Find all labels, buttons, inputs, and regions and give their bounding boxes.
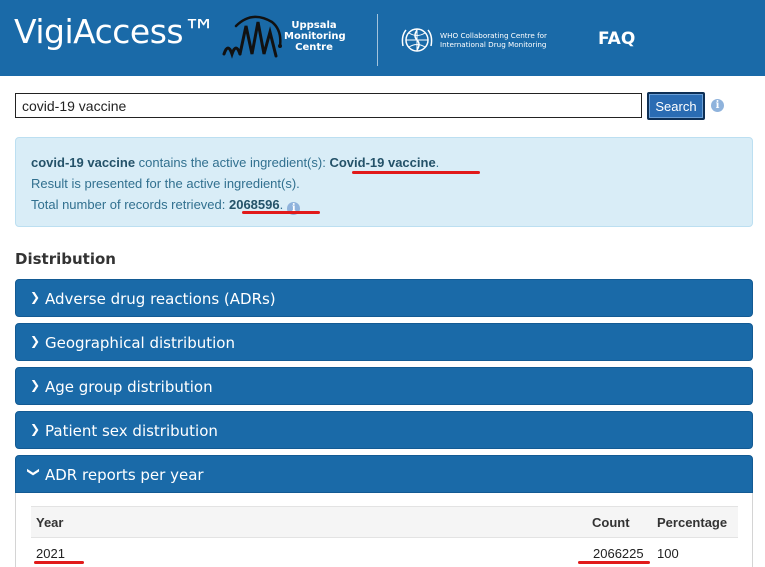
highlight-underline [242,211,320,214]
table-header-row [31,506,738,538]
highlight-underline [352,171,480,174]
chevron-right-icon: ❯ [30,290,41,304]
result-line-presented: Result is presented for the active ingre… [31,176,300,191]
query-text: covid-19 vaccine [31,155,136,170]
result-line1-end: . [435,155,440,170]
column-header-count[interactable]: Count [592,515,630,530]
column-header-year[interactable]: Year [36,515,63,530]
column-header-percentage[interactable]: Percentage [657,515,727,530]
chevron-right-icon: ❯ [30,378,41,392]
distribution-heading: Distribution [15,250,116,268]
panel-label: ADR reports per year [45,466,204,484]
top-header: VigiAccess™ Uppsala Monitoring Centre WH… [0,0,765,76]
panel-label: Patient sex distribution [45,422,218,440]
panel-age-group-distribution[interactable]: ❯ Age group distribution [15,367,753,405]
who-centre-text: WHO Collaborating Centre for Internation… [440,31,548,49]
panel-label: Geographical distribution [45,334,235,352]
result-line-ingredient: covid-19 vaccine contains the active ing… [31,155,439,170]
who-emblem-icon [401,28,433,52]
panel-label: Age group distribution [45,378,213,396]
chevron-right-icon: ❯ [30,422,41,436]
umc-logo-text: Uppsala Monitoring Centre [284,20,346,53]
cell-percentage: 100 [657,546,679,561]
result-info-box: covid-19 vaccine contains the active ing… [15,137,753,227]
highlight-underline [578,561,650,564]
brand-title[interactable]: VigiAccess™ [14,12,216,51]
faq-link[interactable]: FAQ [598,29,635,49]
total-records-value: 2068596 [228,197,280,212]
adr-per-year-panel-body: Year Count Percentage 2021 2066225 100 [15,493,753,567]
panel-adr-reports-per-year[interactable]: ❯ ADR reports per year [15,455,753,493]
search-button[interactable]: Search [647,92,705,120]
header-divider [377,14,378,66]
ingredient-text: Covid-19 vaccine [329,155,436,170]
total-label: Total number of records retrieved: [31,197,229,212]
panel-geographical-distribution[interactable]: ❯ Geographical distribution [15,323,753,361]
panel-label: Adverse drug reactions (ADRs) [45,290,276,308]
panel-patient-sex-distribution[interactable]: ❯ Patient sex distribution [15,411,753,449]
cell-count: 2066225 [593,546,644,561]
info-icon[interactable]: i [711,99,724,112]
panel-adrs[interactable]: ❯ Adverse drug reactions (ADRs) [15,279,753,317]
total-end: . [279,197,284,212]
search-input[interactable] [15,93,642,118]
result-line1-mid: contains the active ingredient(s): [135,155,330,170]
chevron-right-icon: ❯ [30,334,41,348]
highlight-underline [34,561,84,564]
cell-year: 2021 [36,546,65,561]
chevron-down-icon: ❯ [27,466,42,478]
